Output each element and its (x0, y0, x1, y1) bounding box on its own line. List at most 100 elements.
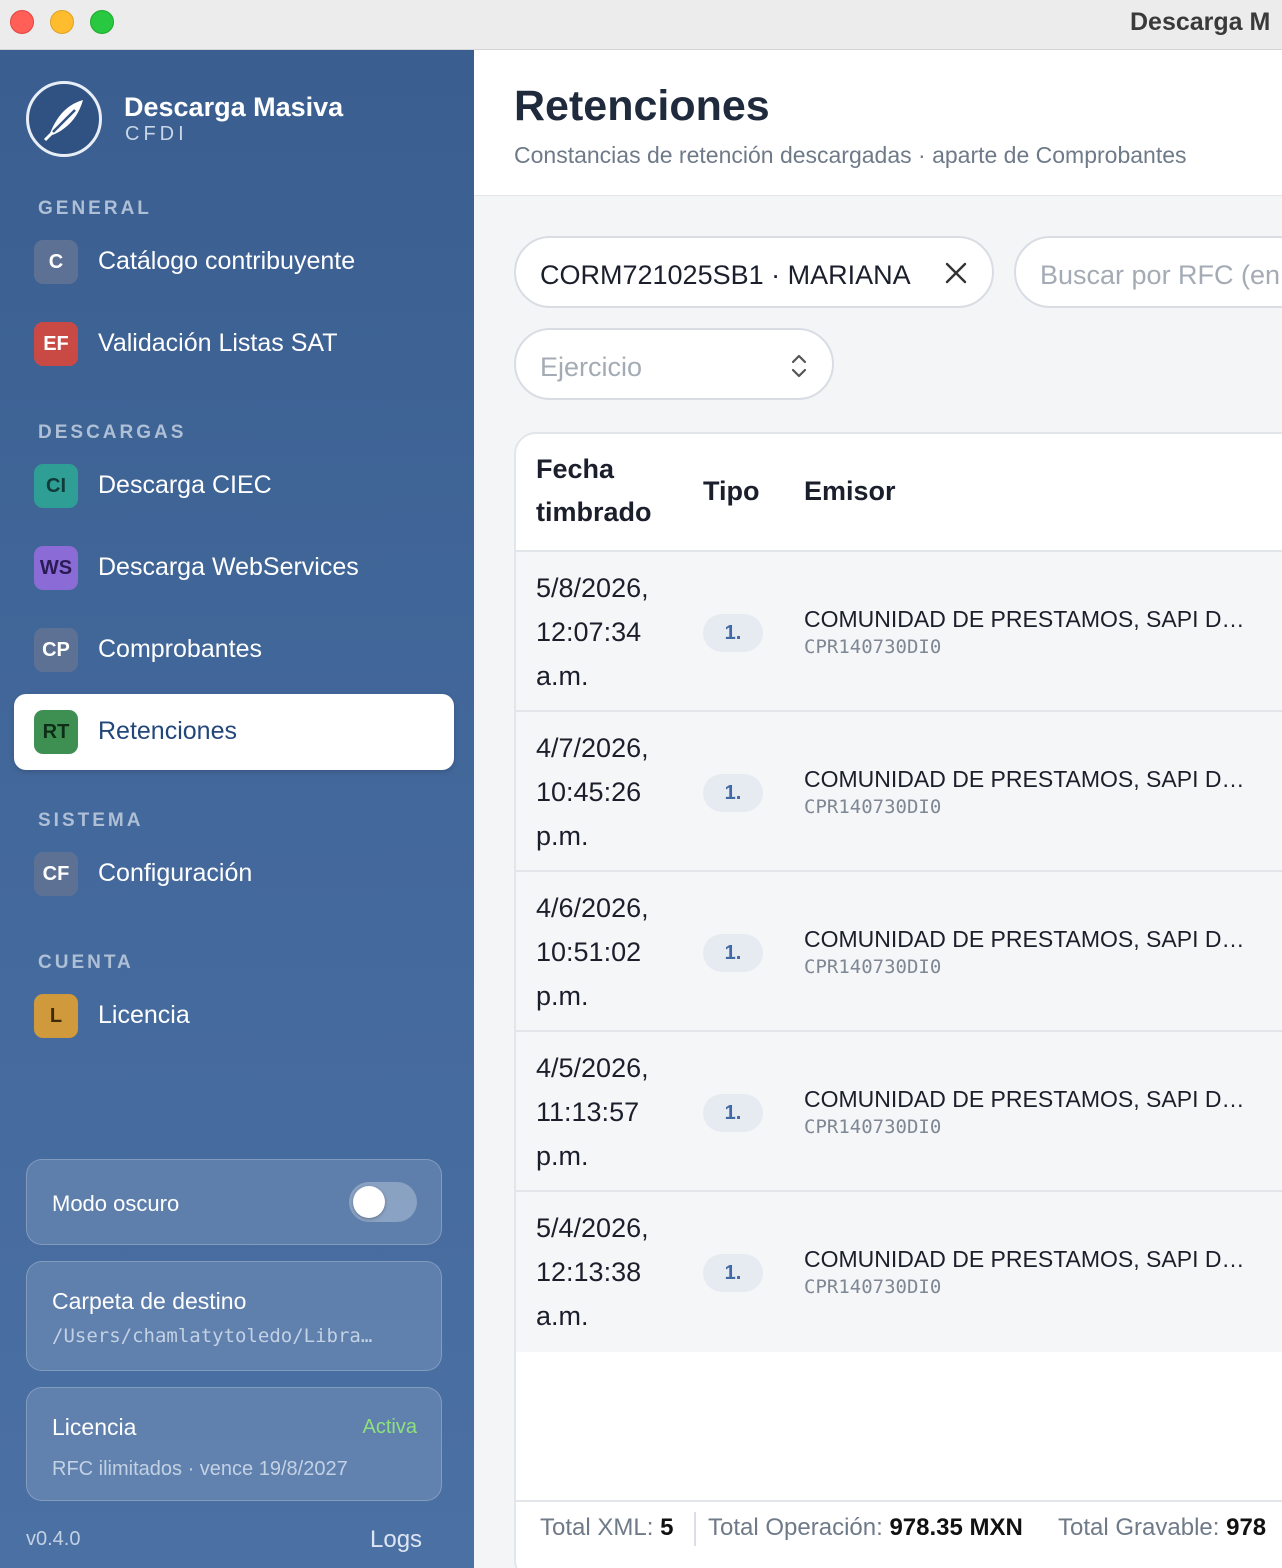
sidebar-item-descarga-webservices[interactable]: WS Descarga WebServices (14, 530, 454, 606)
license-status-badge: Activa (362, 1416, 417, 1438)
toggle-knob (353, 1186, 385, 1218)
row-emisor: COMUNIDAD DE PRESTAMOS, SAPI D… (804, 606, 1245, 632)
sidebar-item-label: Comprobantes (98, 635, 262, 663)
total-gravable: Total Gravable: 978 (1058, 1514, 1266, 1542)
window-title: Descarga M (1130, 8, 1271, 36)
brand-title: Descarga Masiva (124, 92, 344, 122)
ciec-badge-icon: CI (34, 464, 78, 508)
clear-icon[interactable] (942, 259, 970, 287)
sidebar-item-licencia[interactable]: L Licencia (14, 978, 454, 1054)
section-descargas: DESCARGAS (38, 422, 187, 443)
sidebar-item-label: Descarga CIEC (98, 471, 272, 499)
minimize-window-button[interactable] (50, 10, 74, 34)
configuracion-badge-icon: CF (34, 852, 78, 896)
webservices-badge-icon: WS (34, 546, 78, 590)
totals-divider (694, 1512, 696, 1546)
validacion-badge-icon: EF (34, 322, 78, 366)
total-operacion: Total Operación: 978.35 MXN (708, 1514, 1023, 1542)
sidebar-item-configuracion[interactable]: CF Configuración (14, 836, 454, 912)
ejercicio-placeholder: Ejercicio (540, 352, 643, 382)
search-rfc-input[interactable]: Buscar por RFC (en (1014, 236, 1282, 308)
total-gravable-label: Total Gravable: (1058, 1514, 1220, 1541)
row-emisor: COMUNIDAD DE PRESTAMOS, SAPI D… (804, 926, 1245, 952)
table-row[interactable]: 5/8/2026, 12:07:34 a.m. 1. COMUNIDAD DE … (516, 552, 1282, 712)
page-title: Retenciones (514, 82, 770, 130)
sidebar-item-label: Catálogo contribuyente (98, 247, 356, 275)
app-logo (26, 81, 102, 157)
table-row[interactable]: 5/4/2026, 12:13:38 a.m. 1. COMUNIDAD DE … (516, 1192, 1282, 1352)
catalogo-badge-icon: C (34, 240, 78, 284)
dark-mode-toggle[interactable] (349, 1182, 417, 1222)
row-emisor-rfc: CPR140730DI0 (804, 1116, 942, 1138)
sidebar: Descarga Masiva CFDI GENERAL C Catálogo … (0, 50, 474, 1568)
sidebar-item-label: Validación Listas SAT (98, 329, 338, 357)
row-fecha: 4/5/2026, 11:13:57 p.m. (536, 1053, 649, 1171)
totals-bar: Total XML: 5 Total Operación: 978.35 MXN… (516, 1500, 1282, 1568)
section-cuenta: CUENTA (38, 952, 134, 973)
main-content: Retenciones Constancias de retención des… (474, 50, 1282, 1568)
section-sistema: SISTEMA (38, 810, 144, 831)
row-fecha: 4/6/2026, 10:51:02 p.m. (536, 893, 649, 1011)
row-emisor-rfc: CPR140730DI0 (804, 956, 942, 978)
column-header-tipo[interactable]: Tipo (703, 470, 760, 513)
rfc-filter-select[interactable]: CORM721025SB1 · MARIANA (514, 236, 994, 308)
dark-mode-card: Modo oscuro (26, 1159, 442, 1245)
section-general: GENERAL (38, 198, 152, 219)
table-row[interactable]: 4/7/2026, 10:45:26 p.m. 1. COMUNIDAD DE … (516, 712, 1282, 872)
dest-folder-path: /Users/chamlatytoledo/Libra… (52, 1325, 373, 1347)
license-title: Licencia (52, 1414, 137, 1440)
row-tipo-badge: 1. (703, 1094, 763, 1132)
feather-icon (43, 100, 83, 142)
row-emisor-rfc: CPR140730DI0 (804, 1276, 942, 1298)
license-detail: RFC ilimitados · vence 19/8/2027 (52, 1458, 348, 1480)
close-window-button[interactable] (10, 10, 34, 34)
retenciones-table: Fecha timbrado Tipo Emisor 5/8/2026, 12:… (514, 432, 1282, 1568)
sidebar-item-label: Descarga WebServices (98, 553, 359, 581)
page-subtitle: Constancias de retención descargadas · a… (514, 142, 1187, 168)
licencia-badge-icon: L (34, 994, 78, 1038)
row-tipo-badge: 1. (703, 774, 763, 812)
chevron-up-down-icon (791, 354, 807, 378)
ejercicio-select[interactable]: Ejercicio (514, 328, 834, 400)
total-xml-label: Total XML: (540, 1514, 654, 1541)
title-bar: Descarga M (0, 0, 1282, 50)
table-row[interactable]: 4/6/2026, 10:51:02 p.m. 1. COMUNIDAD DE … (516, 872, 1282, 1032)
sidebar-item-descarga-ciec[interactable]: CI Descarga CIEC (14, 448, 454, 524)
brand-subtitle: CFDI (125, 123, 188, 145)
sidebar-item-label: Retenciones (98, 717, 237, 745)
sidebar-item-comprobantes[interactable]: CP Comprobantes (14, 612, 454, 688)
retenciones-badge-icon: RT (34, 710, 78, 754)
comprobantes-badge-icon: CP (34, 628, 78, 672)
column-header-emisor[interactable]: Emisor (804, 470, 896, 513)
column-header-fecha[interactable]: Fecha timbrado (536, 448, 676, 534)
sidebar-item-label: Licencia (98, 1001, 190, 1029)
row-emisor: COMUNIDAD DE PRESTAMOS, SAPI D… (804, 1246, 1245, 1272)
row-fecha: 4/7/2026, 10:45:26 p.m. (536, 733, 649, 851)
sidebar-item-catalogo[interactable]: C Catálogo contribuyente (14, 224, 454, 300)
total-xml-value: 5 (660, 1514, 674, 1541)
sidebar-item-validacion[interactable]: EF Validación Listas SAT (14, 306, 454, 382)
row-emisor-rfc: CPR140730DI0 (804, 636, 942, 658)
sidebar-item-label: Configuración (98, 859, 253, 887)
page-header: Retenciones Constancias de retención des… (474, 50, 1282, 196)
total-operacion-label: Total Operación: (708, 1514, 883, 1541)
app-version: v0.4.0 (26, 1528, 81, 1550)
maximize-window-button[interactable] (90, 10, 114, 34)
row-tipo-badge: 1. (703, 934, 763, 972)
total-operacion-value: 978.35 MXN (889, 1514, 1023, 1541)
row-emisor-rfc: CPR140730DI0 (804, 796, 942, 818)
row-tipo-badge: 1. (703, 614, 763, 652)
rfc-filter-value: CORM721025SB1 · MARIANA (540, 260, 911, 290)
row-emisor: COMUNIDAD DE PRESTAMOS, SAPI D… (804, 1086, 1245, 1112)
dest-folder-card[interactable]: Carpeta de destino /Users/chamlatytoledo… (26, 1261, 442, 1371)
license-card[interactable]: Licencia Activa RFC ilimitados · vence 1… (26, 1387, 442, 1501)
row-emisor: COMUNIDAD DE PRESTAMOS, SAPI D… (804, 766, 1245, 792)
row-fecha: 5/4/2026, 12:13:38 a.m. (536, 1213, 649, 1331)
sidebar-item-retenciones[interactable]: RT Retenciones (14, 694, 454, 770)
total-xml: Total XML: 5 (540, 1514, 673, 1542)
logs-link[interactable]: Logs (370, 1526, 422, 1554)
row-fecha: 5/8/2026, 12:07:34 a.m. (536, 573, 649, 691)
row-tipo-badge: 1. (703, 1254, 763, 1292)
dest-folder-title: Carpeta de destino (52, 1288, 247, 1314)
table-row[interactable]: 4/5/2026, 11:13:57 p.m. 1. COMUNIDAD DE … (516, 1032, 1282, 1192)
